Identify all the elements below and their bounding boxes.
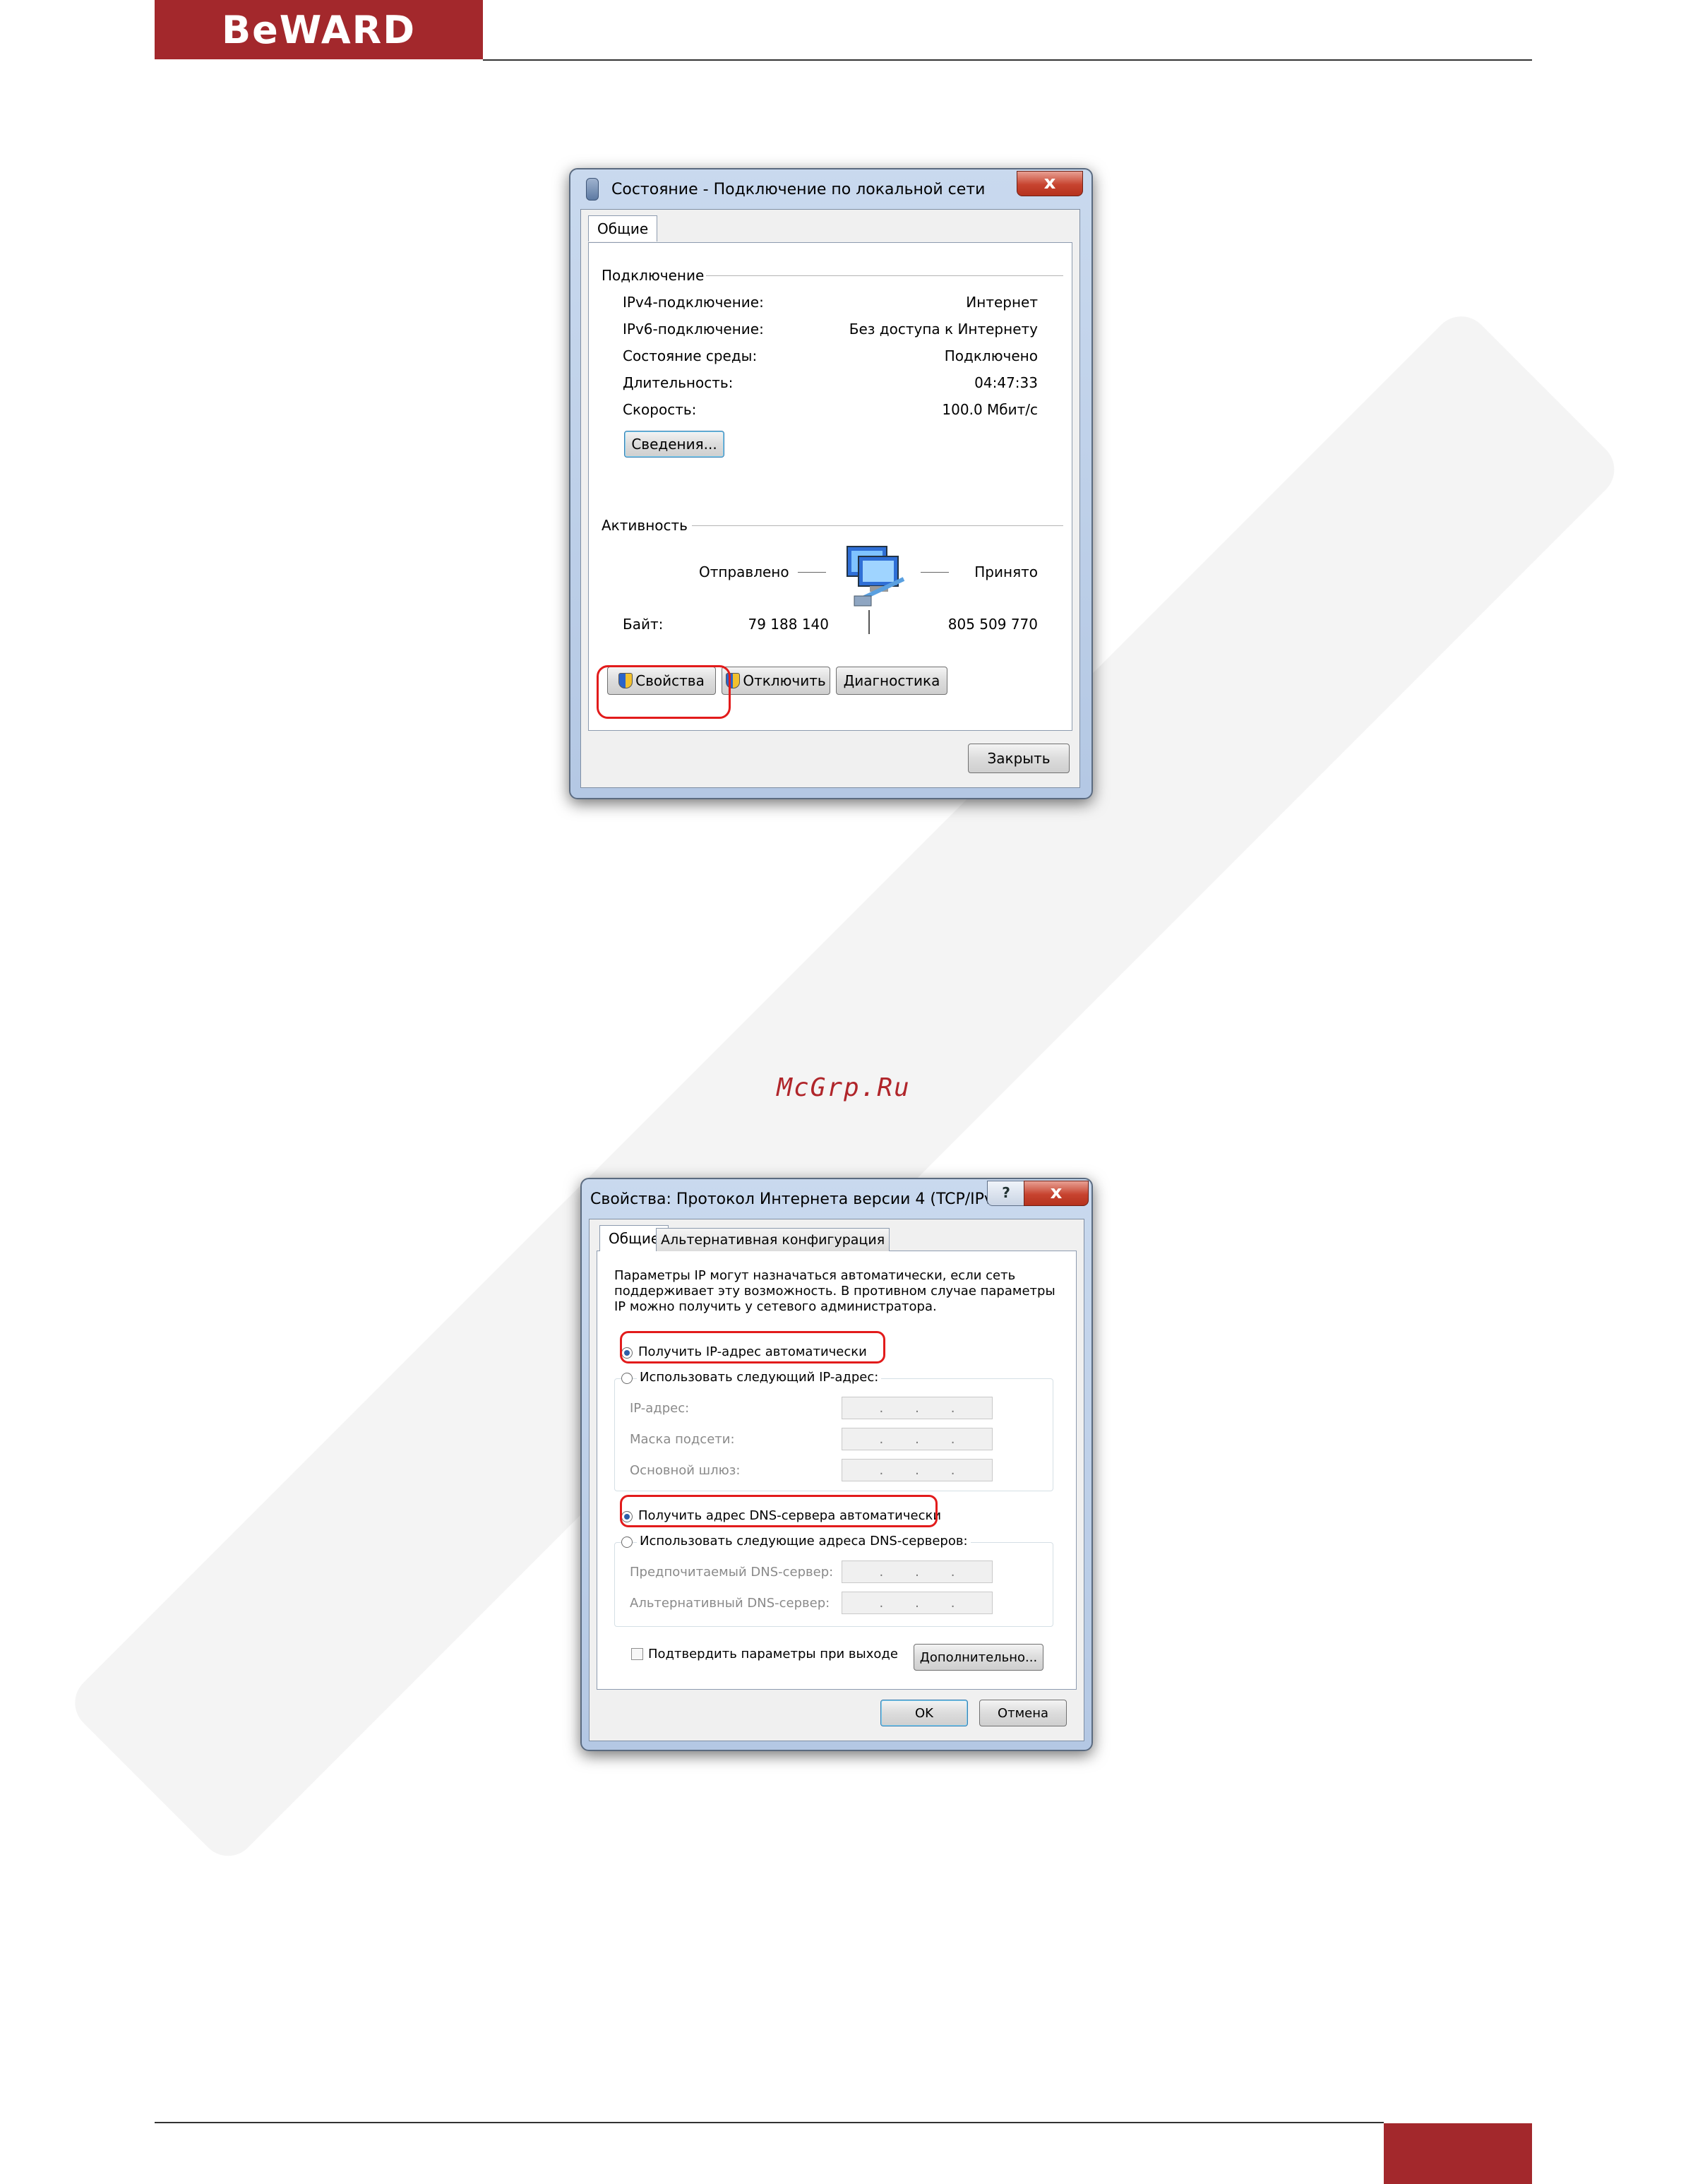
help-button[interactable]: ?	[987, 1181, 1025, 1206]
logo-text: BeWARD	[221, 7, 417, 52]
row-media-value: Подключено	[944, 347, 1038, 364]
row-ipv4-value: Интернет	[966, 294, 1038, 311]
subnet-mask-field[interactable]: ...	[842, 1428, 993, 1450]
beward-logo: BeWARD	[155, 0, 483, 59]
received-dash	[921, 572, 949, 573]
row-speed-label: Скорость:	[623, 401, 697, 418]
preferred-dns-field[interactable]: ...	[842, 1561, 993, 1583]
default-gateway-label: Основной шлюз:	[630, 1463, 741, 1478]
close-window-button[interactable]: x	[1017, 171, 1083, 196]
row-ipv4-label: IPv4-подключение:	[623, 294, 764, 311]
ip-address-label: IP-адрес:	[630, 1401, 690, 1416]
highlight-ip-auto	[620, 1331, 885, 1363]
row-duration-label: Длительность:	[623, 374, 734, 391]
watermark-site: McGrp.Ru	[777, 1073, 911, 1102]
sent-dash	[798, 572, 826, 573]
intro-line-2: поддерживает эту возможность. В противно…	[614, 1284, 1055, 1299]
received-label: Принято	[974, 563, 1038, 580]
section-activity-heading: Активность	[602, 517, 688, 534]
details-button[interactable]: Сведения...	[624, 431, 724, 458]
footer-rule	[155, 2122, 1384, 2123]
ipv4-client-area: Общие Альтернативная конфигурация Параме…	[589, 1219, 1084, 1741]
alternate-dns-field[interactable]: ...	[842, 1592, 993, 1614]
tab-alternate-configuration[interactable]: Альтернативная конфигурация	[656, 1228, 890, 1251]
dialog-title: Состояние - Подключение по локальной сет…	[611, 180, 986, 198]
intro-line-1: Параметры IP могут назначаться автоматич…	[614, 1268, 1016, 1283]
intro-line-3: IP можно получить у сетевого администрат…	[614, 1299, 937, 1314]
diagnostics-button[interactable]: Диагностика	[836, 667, 947, 695]
bytes-sent-value: 79 188 140	[748, 616, 829, 633]
bytes-label: Байт:	[623, 616, 664, 633]
validate-checkbox[interactable]	[631, 1648, 643, 1660]
row-ipv6-label: IPv6-подключение:	[623, 321, 764, 338]
close-button[interactable]: Закрыть	[968, 744, 1070, 773]
dns-manual-label[interactable]: Использовать следующие адреса DNS-сервер…	[637, 1534, 971, 1549]
subnet-mask-label: Маска подсети:	[630, 1432, 735, 1447]
disconnect-button-label: Отключить	[743, 672, 826, 689]
status-titlebar[interactable]: Состояние - Подключение по локальной сет…	[570, 169, 1091, 209]
section-connection-heading: Подключение	[602, 267, 705, 284]
ip-address-field[interactable]: ...	[842, 1397, 993, 1419]
dns-manual-radio[interactable]	[621, 1536, 633, 1548]
row-duration-value: 04:47:33	[974, 374, 1038, 391]
network-adapter-icon	[586, 178, 599, 201]
dialog-title: Свойства: Протокол Интернета версии 4 (T…	[590, 1190, 1010, 1208]
section-divider	[692, 525, 1063, 526]
close-window-button[interactable]: x	[1024, 1181, 1089, 1206]
row-speed-value: 100.0 Мбит/с	[942, 401, 1038, 418]
tab-general[interactable]: Общие	[588, 215, 658, 241]
ip-manual-label[interactable]: Использовать следующий IP-адрес:	[637, 1370, 882, 1385]
default-gateway-field[interactable]: ...	[842, 1459, 993, 1481]
bytes-received-value: 805 509 770	[947, 616, 1038, 633]
alternate-dns-label: Альтернативный DNS-сервер:	[630, 1596, 830, 1611]
header-rule	[483, 59, 1532, 61]
row-media-label: Состояние среды:	[623, 347, 758, 364]
preferred-dns-label: Предпочитаемый DNS-сервер:	[630, 1565, 834, 1580]
ip-manual-radio[interactable]	[621, 1373, 633, 1384]
cancel-button[interactable]: Отмена	[979, 1700, 1067, 1726]
highlight-dns-auto	[620, 1495, 938, 1527]
general-panel: Параметры IP могут назначаться автоматич…	[597, 1251, 1077, 1690]
advanced-button[interactable]: Дополнительно...	[914, 1644, 1043, 1671]
activity-divider	[868, 610, 870, 634]
validate-label[interactable]: Подтвердить параметры при выходе	[648, 1647, 898, 1661]
dns-manual-group	[614, 1542, 1053, 1627]
footer-page-block	[1384, 2123, 1532, 2184]
ok-button[interactable]: OK	[880, 1700, 968, 1726]
section-divider	[706, 275, 1063, 276]
network-computers-icon	[847, 546, 905, 607]
highlight-properties-button	[597, 665, 731, 719]
ipv4-properties-dialog: Свойства: Протокол Интернета версии 4 (T…	[580, 1178, 1093, 1751]
general-panel: Подключение IPv4-подключение: Интернет I…	[588, 242, 1072, 731]
disconnect-button[interactable]: Отключить	[722, 667, 830, 695]
row-ipv6-value: Без доступа к Интернету	[849, 321, 1038, 338]
sent-label: Отправлено	[699, 563, 789, 580]
